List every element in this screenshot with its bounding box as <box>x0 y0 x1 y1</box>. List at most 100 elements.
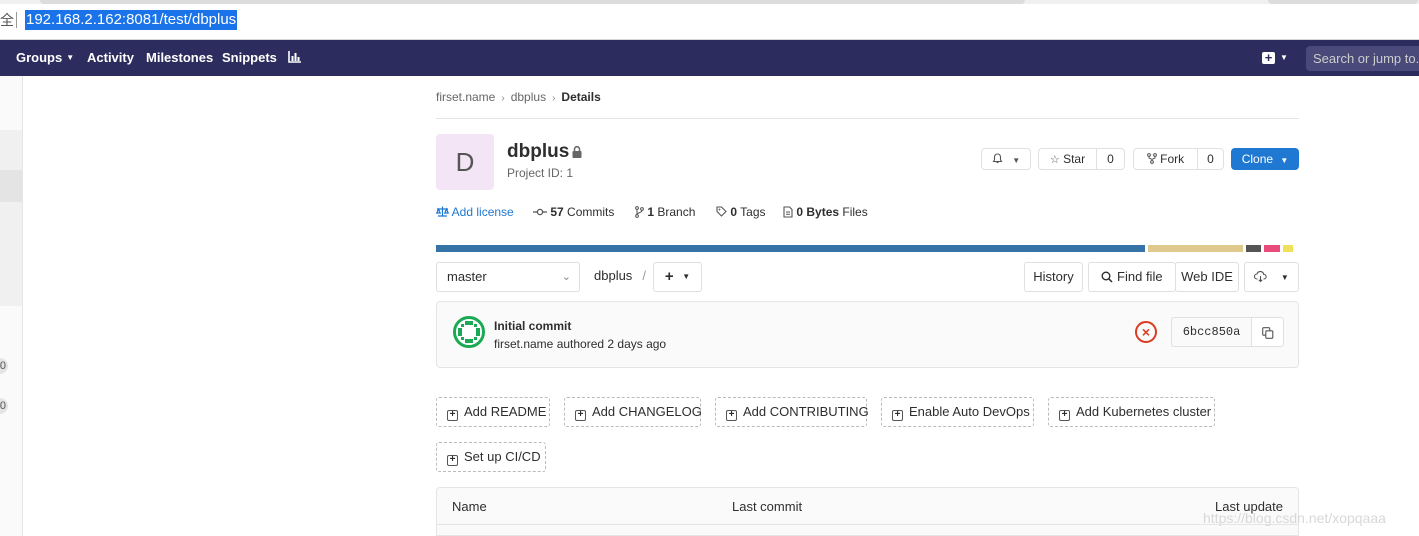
address-bar-divider <box>16 12 17 28</box>
search-icon <box>1101 269 1117 284</box>
add-license-link[interactable]: Add license <box>435 205 514 219</box>
add-license-label: Add license <box>451 205 514 219</box>
tags-label: Tags <box>740 205 766 219</box>
sidebar-item-active[interactable] <box>0 170 22 202</box>
breadcrumb: firset.name › dbplus › Details <box>436 90 601 104</box>
repository-languages-bar[interactable] <box>436 245 1299 252</box>
commits-label: Commits <box>567 205 615 219</box>
breadcrumb-item-project[interactable]: dbplus <box>511 90 546 104</box>
find-file-button[interactable]: Find file <box>1088 262 1176 292</box>
url-input[interactable]: 192.168.2.162:8081/test/dbplus <box>25 10 238 30</box>
branch-count: 1 <box>647 205 655 219</box>
sidebar-count-badge: 0 <box>0 398 8 414</box>
sidebar-section <box>0 130 22 306</box>
fork-label: Fork <box>1160 152 1185 166</box>
nav-snippets[interactable]: Snippets <box>222 40 277 76</box>
files-label: Files <box>842 205 868 219</box>
enable-auto-devops-button[interactable]: + Enable Auto DevOps <box>881 397 1034 427</box>
table-row-divider <box>437 524 1298 525</box>
star-count[interactable]: 0 <box>1096 148 1125 170</box>
language-segment[interactable] <box>1282 245 1293 252</box>
star-button[interactable]: ☆ Star <box>1038 148 1097 170</box>
setup-ci-cd-button[interactable]: + Set up CI/CD <box>436 442 546 472</box>
language-segment[interactable] <box>1147 245 1244 252</box>
nav-milestones[interactable]: Milestones <box>146 40 213 76</box>
plus-square-icon: + <box>726 410 737 421</box>
clone-button[interactable]: Clone ▼ <box>1231 148 1299 170</box>
repository-path: dbplus / <box>594 268 646 283</box>
tags-count: 0 <box>730 205 738 219</box>
download-dropdown[interactable]: ▼ <box>1244 262 1299 292</box>
commit-sha[interactable]: 6bcc850a <box>1171 317 1252 347</box>
chevron-down-icon[interactable]: ▼ <box>1280 40 1288 76</box>
add-contributing-label: Add CONTRIBUTING <box>743 404 869 419</box>
breadcrumb-item-group[interactable]: firset.name <box>436 90 495 104</box>
commit-author-info: firset.name authored 2 days ago <box>494 337 667 351</box>
tags-link[interactable]: 0 Tags <box>716 205 766 219</box>
download-icon <box>1254 269 1271 284</box>
nav-activity[interactable]: Activity <box>87 40 134 76</box>
star-label: Star <box>1063 152 1086 166</box>
branch-selector[interactable]: master ⌄ <box>436 262 580 292</box>
chevron-down-icon: ⌄ <box>561 271 571 283</box>
path-root-link[interactable]: dbplus <box>594 268 632 283</box>
branch-label: Branch <box>657 205 696 219</box>
top-navigation-bar: Groups ▼ Activity Milestones Snippets + ▼… <box>0 40 1419 76</box>
divider <box>436 118 1299 119</box>
browser-tab[interactable] <box>1268 0 1418 4</box>
project-title: dbplus <box>507 141 570 162</box>
web-ide-button[interactable]: Web IDE <box>1175 262 1239 292</box>
language-segment[interactable] <box>436 245 1145 252</box>
bell-icon <box>992 152 1006 166</box>
language-segment[interactable] <box>1246 245 1262 252</box>
commit-title[interactable]: Initial commit <box>494 319 571 333</box>
plus-square-icon: + <box>447 455 458 466</box>
pipeline-failed-icon[interactable]: × <box>1135 321 1157 343</box>
commits-count: 57 <box>550 205 564 219</box>
branch-icon <box>635 205 647 219</box>
chevron-down-icon: ▼ <box>1012 156 1021 165</box>
watermark: https://blog.csdn.net/xopqaaa <box>1203 510 1386 526</box>
files-size: 0 Bytes <box>796 205 840 219</box>
browser-address-bar: 全 192.168.2.162:8081/test/dbplus <box>0 0 1419 40</box>
plus-square-icon: + <box>1059 410 1070 421</box>
column-header-last-commit: Last commit <box>732 499 803 514</box>
add-contributing-button[interactable]: + Add CONTRIBUTING <box>715 397 869 427</box>
project-main-content: firset.name › dbplus › Details D dbplus Proj… <box>435 76 1299 536</box>
commit-icon <box>533 205 550 219</box>
chevron-down-icon: ▼ <box>1280 156 1289 165</box>
plus-icon: + <box>664 268 674 285</box>
browser-tab-strip <box>0 0 1419 4</box>
enable-auto-devops-label: Enable Auto DevOps <box>909 404 1030 419</box>
add-changelog-button[interactable]: + Add CHANGELOG <box>564 397 702 427</box>
plus-square-icon: + <box>447 410 458 421</box>
author-avatar[interactable] <box>453 316 485 348</box>
add-readme-button[interactable]: + Add README <box>436 397 550 427</box>
add-readme-label: Add README <box>464 404 547 419</box>
files-link[interactable]: 0 Bytes Files <box>783 205 868 219</box>
setup-ci-cd-label: Set up CI/CD <box>464 449 541 464</box>
breadcrumb-item-current[interactable]: Details <box>561 90 600 104</box>
add-to-tree-dropdown[interactable]: + ▼ <box>653 262 702 292</box>
add-changelog-label: Add CHANGELOG <box>592 404 702 419</box>
browser-tab[interactable] <box>40 0 1025 4</box>
last-commit-panel: Initial commit firset.name authored 2 da… <box>436 301 1299 368</box>
copy-sha-button[interactable] <box>1251 317 1284 347</box>
address-bar-prefix: 全 <box>0 12 14 28</box>
commits-link[interactable]: 57 Commits <box>533 205 614 219</box>
search-input[interactable]: Search or jump to... <box>1306 46 1419 71</box>
fork-button[interactable]: Fork <box>1133 148 1198 170</box>
new-item-plus-icon[interactable]: + <box>1262 51 1275 64</box>
add-kubernetes-cluster-button[interactable]: + Add Kubernetes cluster <box>1048 397 1215 427</box>
history-button[interactable]: History <box>1024 262 1083 292</box>
fork-count[interactable]: 0 <box>1197 148 1224 170</box>
nav-groups[interactable]: Groups ▼ <box>16 40 74 76</box>
lock-icon <box>572 145 582 163</box>
notifications-dropdown[interactable]: ▼ <box>981 148 1031 170</box>
language-segment[interactable] <box>1264 245 1280 252</box>
copy-icon <box>1262 326 1274 344</box>
branches-link[interactable]: 1 Branch <box>635 205 695 219</box>
chart-icon[interactable] <box>288 51 302 65</box>
file-icon <box>783 205 796 219</box>
plus-square-icon: + <box>892 410 903 421</box>
